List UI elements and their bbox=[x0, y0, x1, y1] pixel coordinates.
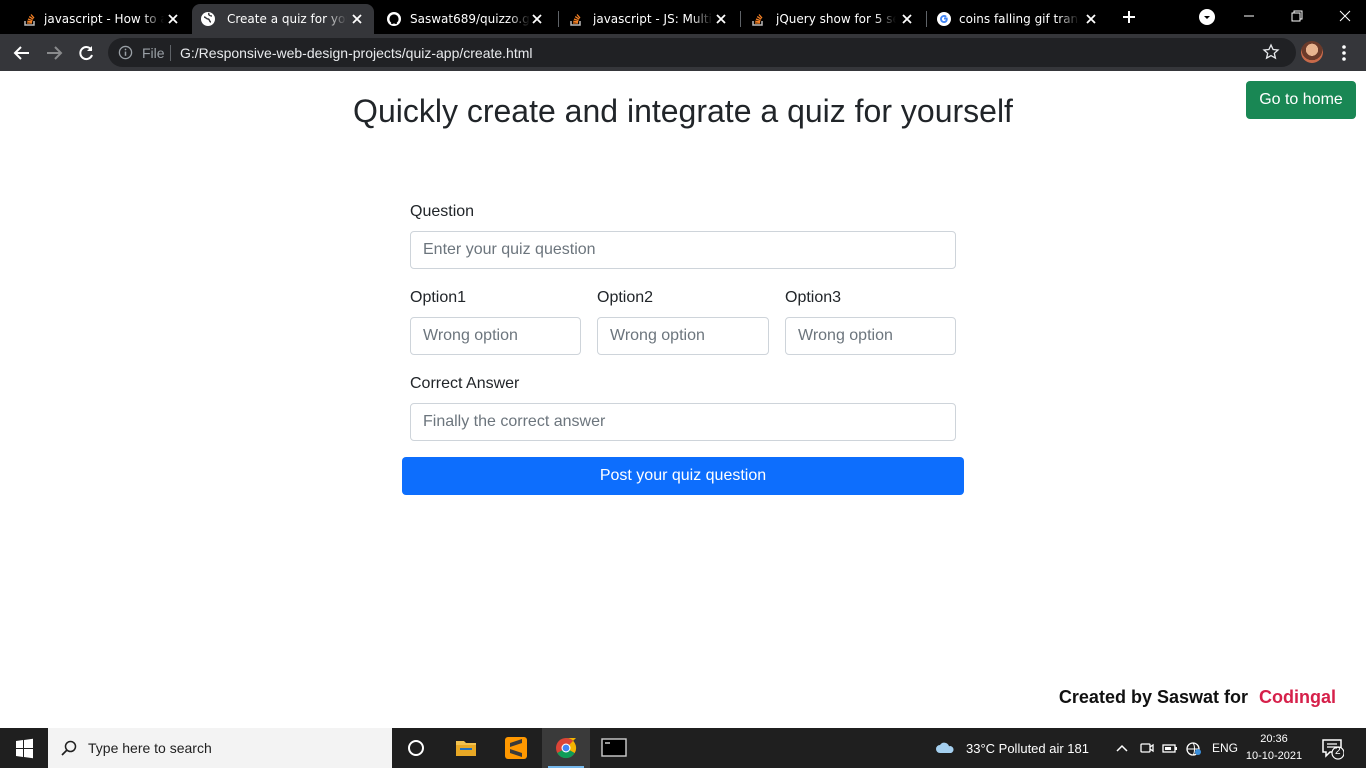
clock-time: 20:36 bbox=[1260, 733, 1288, 745]
credit-brand: Codingal bbox=[1259, 687, 1336, 707]
browser-tab[interactable]: Saswat689/quizzo.github.io bbox=[378, 4, 554, 34]
search-icon bbox=[61, 740, 77, 756]
go-home-button[interactable]: Go to home bbox=[1246, 81, 1356, 119]
url-text[interactable]: G:/Responsive-web-design-projects/quiz-a… bbox=[180, 45, 533, 61]
url-scheme-label: File bbox=[142, 45, 165, 61]
reload-icon[interactable] bbox=[76, 43, 96, 63]
page-content: Quickly create and integrate a quiz for … bbox=[0, 71, 1366, 728]
option2-input[interactable] bbox=[597, 317, 769, 355]
file-explorer-icon[interactable] bbox=[442, 728, 490, 768]
bookmark-star-icon[interactable] bbox=[1262, 43, 1280, 61]
sublime-text-icon[interactable] bbox=[492, 728, 540, 768]
github-icon bbox=[387, 12, 401, 26]
address-divider bbox=[170, 45, 171, 61]
tab-search-icon[interactable] bbox=[1199, 9, 1215, 25]
browser-tab[interactable]: jQuery show for 5 seconds bbox=[742, 4, 924, 34]
chrome-icon bbox=[556, 737, 577, 759]
close-window-icon[interactable] bbox=[1334, 6, 1356, 26]
terminal-icon[interactable] bbox=[590, 728, 638, 768]
stackoverflow-icon bbox=[24, 14, 35, 26]
forward-icon[interactable] bbox=[44, 43, 64, 63]
question-input[interactable] bbox=[410, 231, 956, 269]
close-icon[interactable] bbox=[530, 12, 544, 26]
language-indicator[interactable]: ENG bbox=[1212, 741, 1238, 755]
weather-cloud-icon[interactable] bbox=[934, 740, 956, 756]
windows-taskbar: Type here to search 33°C Polluted air 18… bbox=[0, 728, 1366, 768]
taskbar-clock[interactable]: 20:36 10-10-2021 bbox=[1244, 731, 1304, 765]
browser-tab-active[interactable]: Create a quiz for yourself bbox=[192, 4, 374, 34]
option3-label: Option3 bbox=[785, 289, 842, 306]
minimize-icon[interactable] bbox=[1238, 6, 1260, 26]
weather-text[interactable]: 33°C Polluted air 181 bbox=[966, 741, 1089, 756]
clock-date: 10-10-2021 bbox=[1245, 750, 1303, 762]
chevron-up-icon[interactable] bbox=[1114, 740, 1130, 756]
credit-footer: Created by Saswat for Codingal bbox=[1059, 687, 1336, 708]
network-icon[interactable] bbox=[1186, 740, 1202, 756]
search-placeholder: Type here to search bbox=[88, 740, 212, 756]
post-question-button[interactable]: Post your quiz question bbox=[402, 457, 964, 495]
tab-strip: javascript - How to add Create a quiz fo… bbox=[0, 0, 1366, 34]
tab-title: jQuery show for 5 seconds bbox=[776, 12, 896, 26]
close-icon[interactable] bbox=[166, 12, 180, 26]
browser-tab[interactable]: coins falling gif transparent bbox=[928, 4, 1108, 34]
tab-title: Saswat689/quizzo.github.io bbox=[410, 12, 530, 26]
question-label: Question bbox=[410, 203, 475, 220]
notification-count: 2 bbox=[1335, 746, 1341, 757]
battery-icon[interactable] bbox=[1162, 740, 1178, 756]
stackoverflow-icon bbox=[570, 14, 581, 26]
windows-start-icon[interactable] bbox=[0, 728, 48, 768]
info-icon[interactable] bbox=[118, 45, 133, 60]
google-icon bbox=[937, 12, 951, 26]
back-icon[interactable] bbox=[12, 43, 32, 63]
option2-label: Option2 bbox=[597, 289, 654, 306]
close-icon[interactable] bbox=[714, 12, 728, 26]
address-bar[interactable]: File G:/Responsive-web-design-projects/q… bbox=[108, 38, 1296, 67]
restore-icon[interactable] bbox=[1286, 6, 1308, 26]
page-title: Quickly create and integrate a quiz for … bbox=[353, 93, 1013, 129]
meet-now-icon[interactable] bbox=[1139, 740, 1155, 756]
tab-title: javascript - JS: Multiple bbox=[593, 12, 713, 26]
browser-tab[interactable]: javascript - JS: Multiple bbox=[560, 4, 738, 34]
tab-divider bbox=[926, 11, 927, 27]
tab-title: Create a quiz for yourself bbox=[227, 12, 347, 26]
correct-answer-label: Correct Answer bbox=[410, 375, 520, 392]
stackoverflow-icon bbox=[752, 14, 763, 26]
globe-icon bbox=[201, 12, 215, 26]
new-tab-icon[interactable] bbox=[1120, 8, 1138, 26]
close-icon[interactable] bbox=[900, 12, 914, 26]
taskbar-search-box[interactable]: Type here to search bbox=[48, 728, 392, 768]
more-menu-icon[interactable] bbox=[1337, 43, 1351, 63]
credit-text: Created by Saswat for bbox=[1058, 687, 1248, 707]
tab-title: javascript - How to add bbox=[44, 12, 164, 26]
tab-title: coins falling gif transparent bbox=[959, 12, 1079, 26]
cortana-icon[interactable] bbox=[392, 728, 440, 768]
option1-input[interactable] bbox=[410, 317, 581, 355]
chrome-taskbar-button[interactable] bbox=[542, 728, 590, 768]
option1-label: Option1 bbox=[410, 289, 467, 306]
close-icon[interactable] bbox=[1084, 12, 1098, 26]
browser-toolbar: File G:/Responsive-web-design-projects/q… bbox=[0, 34, 1366, 71]
option3-input[interactable] bbox=[785, 317, 956, 355]
close-icon[interactable] bbox=[350, 12, 364, 26]
tab-divider bbox=[558, 11, 559, 27]
correct-answer-input[interactable] bbox=[410, 403, 956, 441]
tab-divider bbox=[740, 11, 741, 27]
profile-avatar[interactable] bbox=[1301, 41, 1323, 63]
browser-tab[interactable]: javascript - How to add bbox=[14, 4, 190, 34]
